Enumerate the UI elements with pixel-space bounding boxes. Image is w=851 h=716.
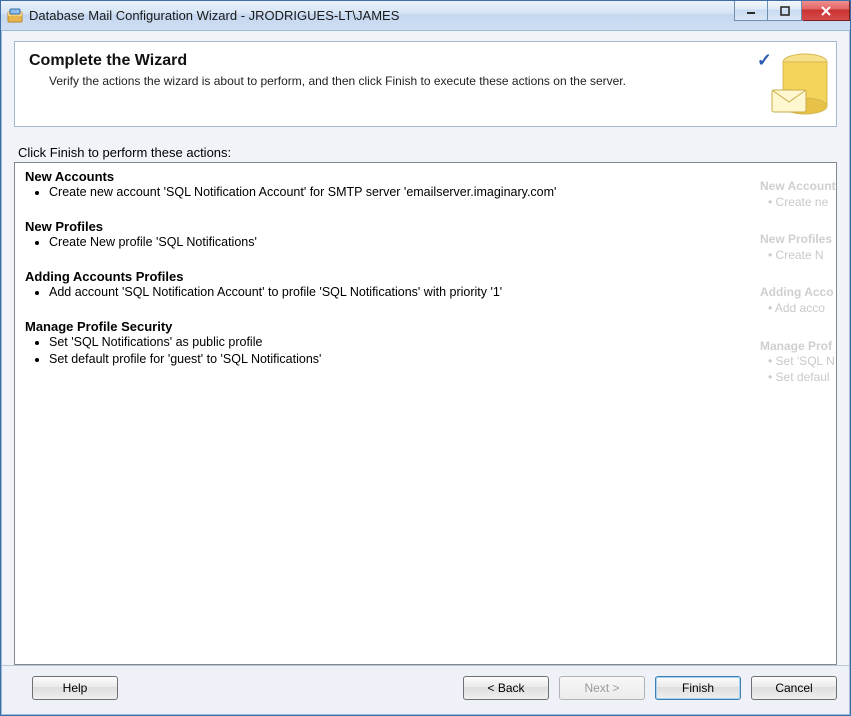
back-button[interactable]: < Back [463,676,549,700]
content-area: Click Finish to perform these actions: N… [14,145,837,665]
wizard-footer: Help < Back Next > Finish Cancel [2,665,849,714]
section-heading-new-accounts: New Accounts [25,169,826,184]
action-list-new-profiles: Create New profile 'SQL Notifications' [49,234,826,251]
action-item: Add account 'SQL Notification Account' t… [49,284,826,301]
section-heading-adding-accounts: Adding Accounts Profiles [25,269,826,284]
next-button: Next > [559,676,645,700]
page-title: Complete the Wizard [29,52,822,70]
actions-box: New Accounts Create new account 'SQL Not… [14,162,837,665]
finish-button[interactable]: Finish [655,676,741,700]
window-title: Database Mail Configuration Wizard - JRO… [29,8,399,23]
action-item: Create New profile 'SQL Notifications' [49,234,826,251]
wizard-header: Complete the Wizard Verify the actions t… [14,41,837,127]
action-item: Set default profile for 'guest' to 'SQL … [49,351,826,368]
window-body: Complete the Wizard Verify the actions t… [1,31,850,715]
page-subtitle: Verify the actions the wizard is about t… [49,74,822,88]
maximize-button[interactable] [768,1,802,21]
database-mail-icon [770,44,832,122]
titlebar[interactable]: Database Mail Configuration Wizard - JRO… [1,1,850,31]
help-button[interactable]: Help [32,676,118,700]
ghost-text: Set defaul [776,370,830,384]
close-button[interactable] [802,1,850,21]
action-item: Create new account 'SQL Notification Acc… [49,184,826,201]
minimize-button[interactable] [734,1,768,21]
action-item: Set 'SQL Notifications' as public profil… [49,334,826,351]
app-icon [7,8,23,24]
action-list-new-accounts: Create new account 'SQL Notification Acc… [49,184,826,201]
section-heading-new-profiles: New Profiles [25,219,826,234]
section-heading-manage-security: Manage Profile Security [25,319,826,334]
window-controls [734,1,850,30]
content-intro: Click Finish to perform these actions: [14,145,837,160]
wizard-window: Database Mail Configuration Wizard - JRO… [0,0,851,716]
action-list-adding-accounts: Add account 'SQL Notification Account' t… [49,284,826,301]
action-list-manage-security: Set 'SQL Notifications' as public profil… [49,334,826,368]
cancel-button[interactable]: Cancel [751,676,837,700]
ghost-text: Add acco [775,301,825,315]
